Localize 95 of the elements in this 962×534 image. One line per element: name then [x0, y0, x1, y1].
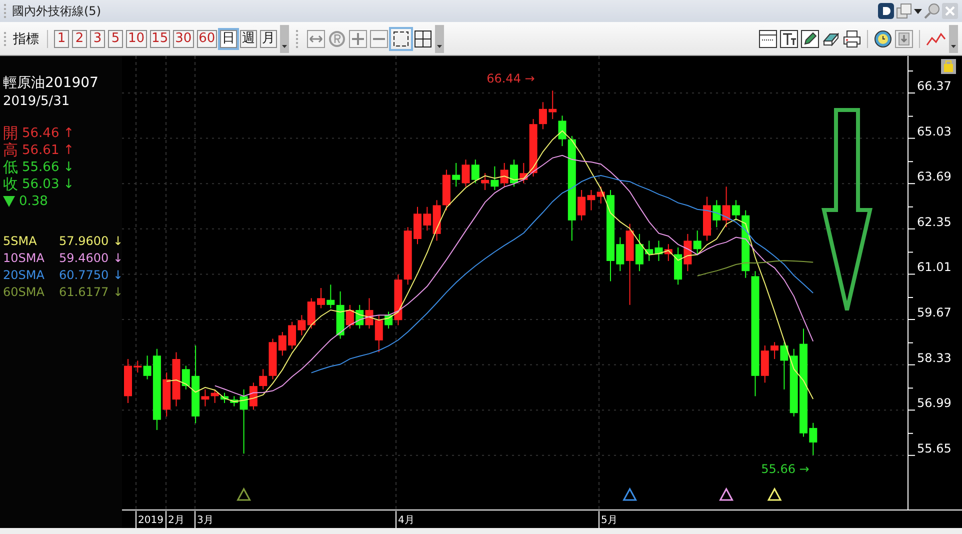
arrows-icon[interactable]: [307, 30, 326, 48]
quote-value: 56.46: [22, 126, 60, 141]
average-value: 60.7750: [59, 268, 110, 282]
period-button[interactable]: 日: [220, 30, 238, 48]
dropdown-icon[interactable]: [949, 24, 958, 52]
candlestick: [374, 314, 383, 353]
candlestick: [210, 388, 219, 404]
average-value: 57.9600: [59, 234, 110, 248]
candlestick: [442, 169, 450, 211]
printer-icon[interactable]: [843, 30, 861, 48]
trend-arrow: ↓: [63, 160, 74, 175]
candlestick: [490, 166, 499, 190]
trend-arrow: ↓: [63, 177, 74, 192]
candlestick: [162, 372, 171, 417]
pencil-icon[interactable]: [801, 30, 819, 48]
window-title: 國內外技術線(5): [12, 2, 101, 20]
average-value: 59.4600: [59, 250, 110, 264]
text-icon[interactable]: [780, 30, 798, 48]
trend-arrow: ↑: [63, 126, 74, 141]
period-button[interactable]: 30: [173, 30, 194, 48]
symbol-name: 輕原油201907: [3, 74, 98, 92]
candlestick: [596, 186, 605, 204]
average-value: 61.6177: [59, 284, 110, 298]
period-button[interactable]: 週: [240, 30, 258, 48]
grid-icon[interactable]: [414, 30, 432, 48]
dropdown-icon[interactable]: [435, 24, 444, 52]
frame-icon[interactable]: [391, 28, 412, 48]
clock-icon[interactable]: [874, 30, 892, 48]
axis-tick-label: 65.03: [917, 124, 952, 138]
candlestick: [809, 422, 818, 456]
candlestick: [365, 298, 374, 330]
trend-arrow: ↑: [63, 143, 74, 158]
average-name: 5SMA: [3, 234, 38, 248]
high-price-label: 66.44 →: [486, 72, 535, 86]
quote-label: 高: [3, 141, 18, 160]
low-price-label: 55.66 →: [761, 462, 810, 476]
axis-tick-label: 59.67: [917, 306, 952, 320]
quote-date: 2019/5/31: [3, 94, 70, 109]
average-name: 60SMA: [3, 284, 46, 298]
candlestick: [703, 196, 711, 242]
candlestick: [674, 246, 682, 286]
axis-tick-label: 2019: [138, 515, 164, 526]
dropdown-icon[interactable]: [280, 24, 290, 52]
axis-tick-label: 56.99: [917, 396, 952, 410]
candlestick: [654, 240, 663, 262]
axis-tick-label: 55.65: [917, 441, 952, 456]
axis-tick-label: 61.01: [917, 260, 952, 274]
trend-arrow: ↓: [113, 250, 124, 264]
quote-value: 56.03: [22, 177, 60, 192]
period-button[interactable]: 15: [150, 30, 170, 48]
axis-tick-label: 66.37: [917, 79, 952, 93]
candlestick: [124, 358, 132, 404]
trend-arrow: ↓: [113, 284, 124, 298]
average-name: 20SMA: [3, 268, 46, 282]
quote-label: 開: [3, 124, 18, 142]
d-logo-icon[interactable]: [878, 3, 894, 19]
period-button[interactable]: 月: [260, 30, 278, 48]
axis-tick-label: 3月: [197, 515, 214, 526]
period-button[interactable]: 1: [54, 30, 69, 48]
axis-tick-label: 2月: [168, 515, 184, 526]
quote-label: 收: [3, 175, 18, 194]
period-button[interactable]: 2: [72, 30, 87, 48]
candlestick: [471, 159, 480, 184]
candlestick: [481, 172, 490, 190]
axis-tick-label: 58.33: [917, 350, 952, 365]
candlestick: [548, 90, 557, 120]
change-value: 0.38: [19, 194, 48, 209]
candlestick: [664, 244, 672, 262]
period-button[interactable]: 5: [108, 30, 123, 48]
quote-value: 55.66: [22, 160, 60, 175]
quote-value: 56.61: [22, 143, 60, 158]
download-icon[interactable]: [895, 30, 913, 48]
trend-arrow: ↓: [113, 268, 124, 282]
candlestick: [356, 304, 364, 330]
candlestick: [220, 392, 228, 404]
candlestick: [452, 162, 460, 188]
period-button[interactable]: 60: [196, 30, 218, 48]
candlestick: [288, 321, 296, 350]
candlestick: [462, 159, 470, 188]
period-button[interactable]: 10: [126, 30, 147, 48]
axis-tick-label: 5月: [601, 515, 618, 526]
indicator-label[interactable]: 指標: [11, 30, 41, 48]
trend-arrow: ↓: [113, 234, 124, 248]
average-name: 10SMA: [3, 250, 46, 264]
candlestick: [317, 288, 325, 309]
axis-tick-label: 4月: [398, 515, 414, 526]
period-button[interactable]: 3: [90, 30, 105, 48]
candlestick: [510, 159, 518, 188]
axis-tick-label: 63.69: [917, 170, 952, 184]
axis-tick-label: 62.35: [917, 214, 952, 229]
candlestick: [414, 206, 422, 245]
candlestick: [500, 162, 508, 188]
candlestick: [645, 240, 654, 262]
quote-label: 低: [3, 158, 18, 177]
plus-icon[interactable]: [349, 30, 368, 48]
